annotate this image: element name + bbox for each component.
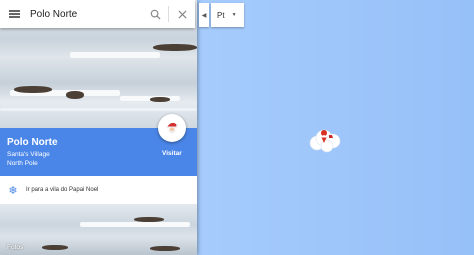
close-icon[interactable]: [169, 0, 195, 28]
chevron-left-icon: ◀: [201, 12, 207, 19]
search-input[interactable]: [28, 8, 142, 20]
search-icon[interactable]: [142, 0, 168, 28]
snowflake-icon: ❄: [8, 184, 18, 197]
caret-down-icon: ▼: [231, 12, 237, 18]
menu-icon[interactable]: [0, 0, 28, 28]
directions-item[interactable]: ❄ Ir para a vila do Papai Noel: [0, 176, 197, 204]
place-subtitle-line1: Santa's Village: [7, 151, 50, 158]
visit-button[interactable]: Visitar: [162, 150, 182, 157]
santa-icon[interactable]: [158, 114, 186, 142]
photos-label: Fotos: [7, 244, 24, 251]
map-pin-icon[interactable]: [307, 128, 343, 154]
place-title: Polo Norte: [7, 137, 58, 148]
language-select[interactable]: Pt ▼: [211, 3, 244, 27]
collapse-panel-button[interactable]: ◀: [199, 3, 209, 27]
search-bar: [0, 0, 195, 28]
directions-label: Ir para a vila do Papai Noel: [26, 187, 99, 193]
photos-section[interactable]: Fotos: [0, 204, 197, 255]
language-value: Pt: [217, 10, 225, 20]
place-subtitle-line2: North Pole: [7, 160, 38, 167]
